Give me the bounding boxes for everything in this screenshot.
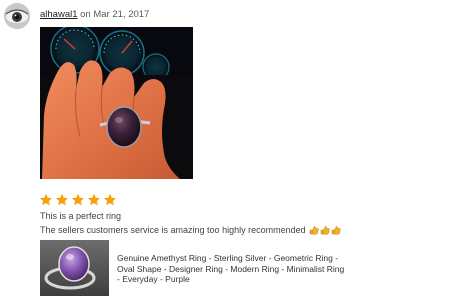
review-title: This is a perfect ring	[40, 211, 122, 221]
product-thumbnail-image	[40, 240, 109, 296]
reviewer-line: alhawal1 on Mar 21, 2017	[40, 9, 149, 20]
thumbs-up-icon	[331, 225, 341, 235]
reviewer-name-link[interactable]: alhawal1	[40, 9, 78, 20]
review-body-text: The sellers customers service is amazing…	[40, 225, 306, 235]
review-body: The sellers customers service is amazing…	[40, 225, 341, 235]
thumbs-up-icon	[320, 225, 330, 235]
star-icon	[55, 193, 69, 206]
star-icon	[71, 193, 85, 206]
review-photo-image	[40, 27, 193, 179]
product-thumbnail[interactable]	[40, 240, 109, 296]
review-photo[interactable]	[40, 27, 193, 179]
review-date: on Mar 21, 2017	[77, 9, 150, 20]
star-icon	[87, 193, 101, 206]
star-rating	[39, 193, 117, 207]
avatar-eye-icon	[4, 3, 30, 29]
star-icon	[103, 193, 117, 206]
product-title-link[interactable]: Genuine Amethyst Ring - Sterling Silver …	[117, 253, 347, 285]
thumbs-up-icon	[309, 225, 319, 235]
avatar[interactable]	[4, 3, 30, 29]
star-icon	[39, 193, 53, 206]
